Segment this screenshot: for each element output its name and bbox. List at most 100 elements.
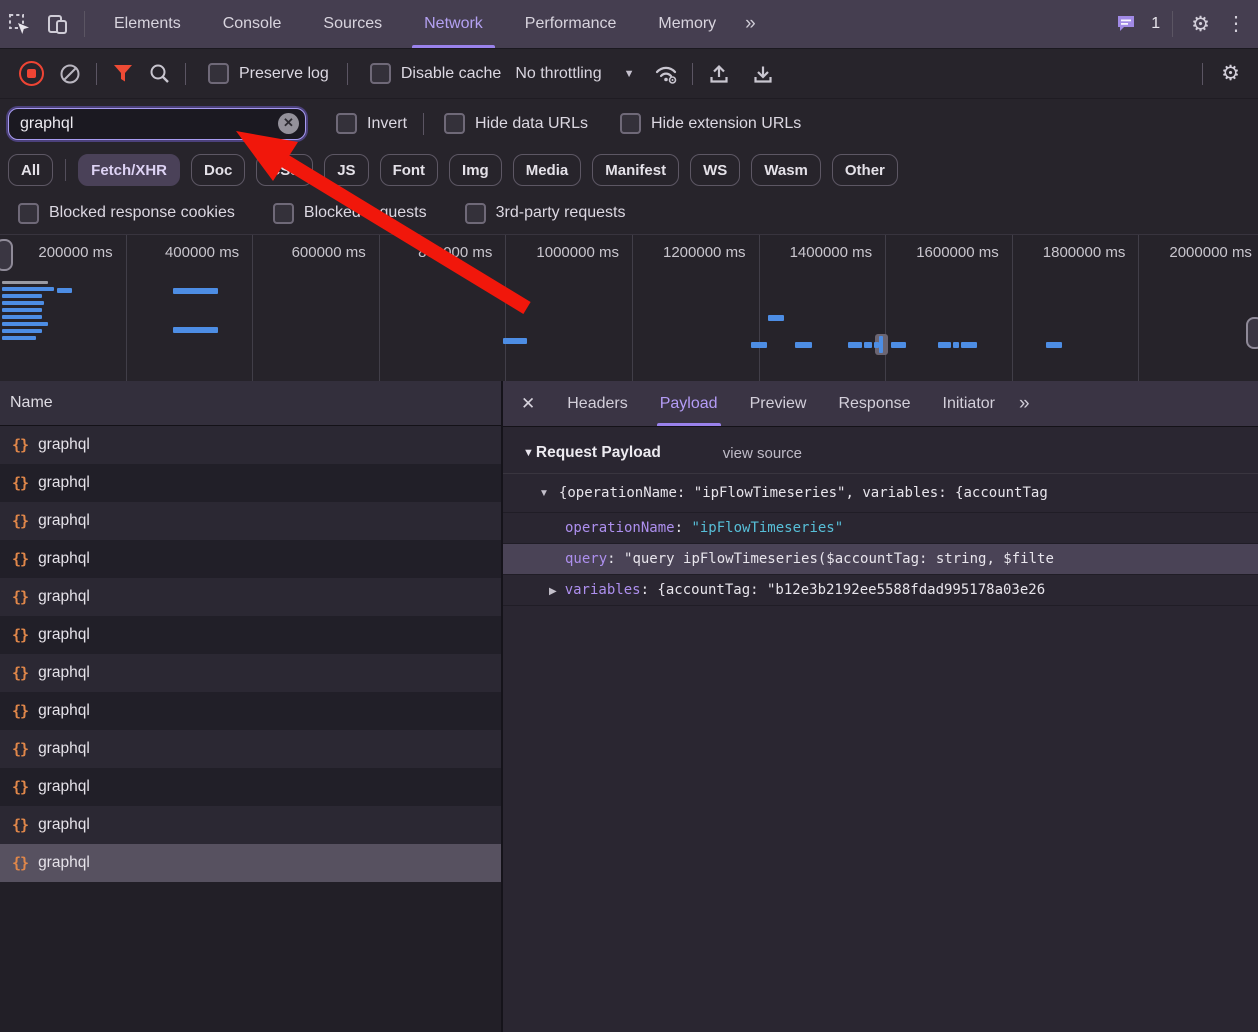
details-tab-payload[interactable]: Payload	[644, 381, 734, 426]
type-chip-img[interactable]: Img	[449, 154, 502, 186]
details-tab-response[interactable]: Response	[822, 381, 926, 426]
timeline-right-handle[interactable]	[1246, 317, 1258, 349]
request-row[interactable]: {}graphql	[0, 654, 501, 692]
timeline-tick-label: 1400000 ms	[760, 235, 887, 382]
payload-summary-text: {operationName: "ipFlowTimeseries", vari…	[559, 485, 1048, 501]
expanded-triangle-icon[interactable]: ▼	[539, 488, 549, 499]
request-row[interactable]: {}graphql	[0, 692, 501, 730]
tab-memory[interactable]: Memory	[637, 0, 737, 48]
type-chip-media[interactable]: Media	[513, 154, 582, 186]
timeline-tick-label: 400000 ms	[127, 235, 254, 382]
request-name: graphql	[38, 436, 90, 454]
clear-filter-icon[interactable]: ✕	[278, 113, 299, 134]
clear-network-log-icon[interactable]	[52, 57, 88, 91]
issues-count: 1	[1151, 15, 1160, 33]
preserve-log-checkbox[interactable]	[208, 63, 229, 84]
network-conditions-icon[interactable]	[648, 57, 684, 91]
import-har-icon[interactable]	[701, 57, 737, 91]
network-overview-timeline[interactable]: 200000 ms400000 ms600000 ms800000 ms1000…	[0, 235, 1258, 384]
invert-checkbox[interactable]	[336, 113, 357, 134]
blocked-response-cookies-checkbox[interactable]	[18, 203, 39, 224]
blocked-requests-checkbox[interactable]	[273, 203, 294, 224]
tab-console[interactable]: Console	[202, 0, 303, 48]
record-network-log-icon[interactable]	[19, 61, 44, 86]
type-chip-doc[interactable]: Doc	[191, 154, 245, 186]
search-icon[interactable]	[141, 57, 177, 91]
type-chip-ws[interactable]: WS	[690, 154, 740, 186]
timeline-ticks: 200000 ms400000 ms600000 ms800000 ms1000…	[0, 235, 1258, 382]
request-name: graphql	[38, 740, 90, 758]
third-party-requests-checkbox[interactable]	[465, 203, 486, 224]
type-chip-css[interactable]: CSS	[256, 154, 313, 186]
separator: :	[641, 582, 658, 598]
details-tab-initiator[interactable]: Initiator	[927, 381, 1011, 426]
request-bar	[57, 288, 72, 293]
payload-entry-operationName[interactable]: operationName: "ipFlowTimeseries"	[503, 512, 1258, 543]
collapsed-triangle-icon[interactable]: ▶	[549, 586, 557, 597]
filter-funnel-icon[interactable]	[105, 57, 141, 91]
more-details-tabs-icon[interactable]: »	[1011, 393, 1036, 415]
type-chip-other[interactable]: Other	[832, 154, 898, 186]
tab-elements[interactable]: Elements	[93, 0, 202, 48]
details-tab-preview[interactable]: Preview	[734, 381, 823, 426]
timeline-tick-label: 1000000 ms	[506, 235, 633, 382]
request-bar	[503, 338, 527, 344]
disable-cache-checkbox[interactable]	[370, 63, 391, 84]
hide-extension-urls-label: Hide extension URLs	[651, 115, 801, 133]
request-name: graphql	[38, 512, 90, 530]
view-source-link[interactable]: view source	[723, 445, 802, 462]
type-chip-font[interactable]: Font	[380, 154, 438, 186]
issues-message-icon[interactable]	[1107, 7, 1145, 41]
json-request-icon: {}	[12, 474, 28, 492]
request-name: graphql	[38, 474, 90, 492]
settings-gear-icon[interactable]: ⚙	[1181, 14, 1220, 35]
request-row[interactable]: {}graphql	[0, 540, 501, 578]
filter-input[interactable]	[9, 115, 305, 133]
request-row[interactable]: {}graphql	[0, 806, 501, 844]
payload-entry-query[interactable]: query: "query ipFlowTimeseries($accountT…	[503, 543, 1258, 574]
details-tab-headers[interactable]: Headers	[551, 381, 643, 426]
tab-sources[interactable]: Sources	[302, 0, 403, 48]
throttling-select[interactable]: No throttling ▼	[515, 65, 634, 83]
export-har-icon[interactable]	[745, 57, 781, 91]
name-column-header[interactable]: Name	[0, 381, 501, 426]
request-row[interactable]: {}graphql	[0, 768, 501, 806]
request-bar	[2, 308, 42, 312]
json-request-icon: {}	[12, 550, 28, 568]
close-details-icon[interactable]: ✕	[503, 394, 551, 414]
request-bar	[2, 294, 42, 298]
request-row[interactable]: {}graphql	[0, 426, 501, 464]
kebab-menu-icon[interactable]: ⋮	[1220, 14, 1258, 34]
more-tabs-icon[interactable]: »	[737, 13, 762, 35]
device-toolbar-icon[interactable]	[38, 7, 76, 41]
request-row[interactable]: {}graphql	[0, 844, 501, 882]
request-row[interactable]: {}graphql	[0, 502, 501, 540]
inspect-element-icon[interactable]	[0, 7, 38, 41]
request-name: graphql	[38, 702, 90, 720]
request-row[interactable]: {}graphql	[0, 578, 501, 616]
type-chip-all[interactable]: All	[8, 154, 53, 186]
collapse-triangle-icon[interactable]: ▼	[523, 447, 534, 459]
type-chip-fetch-xhr[interactable]: Fetch/XHR	[78, 154, 180, 186]
tab-performance[interactable]: Performance	[504, 0, 638, 48]
blocked-response-cookies-label: Blocked response cookies	[49, 204, 235, 222]
request-row[interactable]: {}graphql	[0, 730, 501, 768]
type-chip-manifest[interactable]: Manifest	[592, 154, 679, 186]
payload-entry-variables[interactable]: ▶variables: {accountTag: "b12e3b2192ee55…	[503, 574, 1258, 606]
payload-summary-row[interactable]: ▼ {operationName: "ipFlowTimeseries", va…	[503, 474, 1258, 512]
tab-network[interactable]: Network	[403, 0, 504, 48]
request-bar	[768, 315, 784, 321]
type-chip-wasm[interactable]: Wasm	[751, 154, 821, 186]
hide-data-urls-checkbox[interactable]	[444, 113, 465, 134]
request-name: graphql	[38, 816, 90, 834]
type-chip-js[interactable]: JS	[324, 154, 368, 186]
divider	[423, 113, 424, 135]
hide-extension-urls-checkbox[interactable]	[620, 113, 641, 134]
request-bar	[795, 342, 812, 348]
request-row[interactable]: {} graphql	[0, 464, 501, 502]
timeline-left-handle[interactable]	[0, 239, 13, 271]
request-bar	[2, 322, 48, 326]
request-payload-section: ▼ Request Payload view source	[503, 433, 1258, 474]
network-settings-gear-icon[interactable]: ⚙	[1211, 63, 1258, 84]
request-row[interactable]: {}graphql	[0, 616, 501, 654]
